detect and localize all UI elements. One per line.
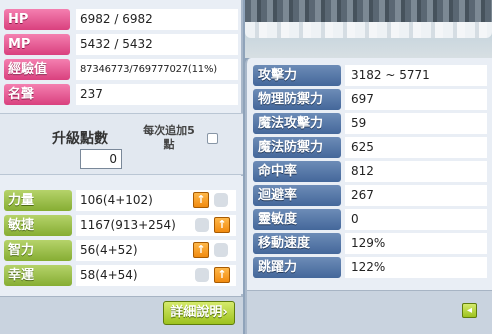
detail-value: 122% (345, 257, 487, 278)
detail-value: 812 (345, 161, 487, 182)
detail-row-magic-def: 魔法防禦力 625 (253, 137, 487, 159)
detail-value: 3182 ~ 5771 (345, 65, 487, 86)
attr-row-int: 智力 56(4+52) ↑ (4, 239, 240, 263)
collapse-detail-button[interactable]: ◂ (462, 303, 477, 318)
detail-label: 攻擊力 (253, 65, 341, 86)
detail-label: 命中率 (253, 161, 341, 182)
button-track (195, 268, 209, 282)
detail-row-jump: 跳躍力 122% (253, 257, 487, 279)
stat-row-fame: 名聲 237 (4, 82, 238, 106)
chevron-right-icon: › (222, 305, 228, 320)
attr-label: 敏捷 (4, 215, 72, 236)
button-track (214, 193, 228, 207)
attr-label: 力量 (4, 190, 72, 211)
stat-row-exp: 經驗值 87346773/769777027(11%) (4, 57, 238, 81)
stat-value: 237 (76, 84, 238, 105)
detail-label: 跳躍力 (253, 257, 341, 278)
stat-row-mp: MP 5432 / 5432 (4, 32, 238, 56)
ability-points-label: 升級點數 (52, 131, 108, 147)
detail-label: 魔法攻擊力 (253, 113, 341, 134)
stat-row-hp: HP 6982 / 6982 (4, 7, 238, 31)
detail-label: 迴避率 (253, 185, 341, 206)
int-up-button[interactable]: ↑ (193, 242, 209, 258)
attributes-section: 力量 106(4+102) ↑ 敏捷 1167(913+254) ↑ 智力 56… (0, 176, 243, 294)
str-up-button[interactable]: ↑ (193, 192, 209, 208)
detail-row-accuracy: 命中率 812 (253, 161, 487, 183)
background-scenery (245, 0, 492, 58)
detail-value: 697 (345, 89, 487, 110)
stat-value: 87346773/769777027(11%) (76, 59, 238, 80)
attr-value: 56(4+52) (76, 240, 236, 261)
attr-row-luk: 幸運 58(4+54) ↑ (4, 264, 240, 288)
attr-value: 58(4+54) (76, 265, 236, 286)
right-bottom-bar (247, 290, 492, 334)
button-track (195, 218, 209, 232)
stat-label: HP (4, 9, 70, 30)
detail-row-hands: 靈敏度 0 (253, 209, 487, 231)
detail-row-magic-atk: 魔法攻擊力 59 (253, 113, 487, 135)
button-track (214, 243, 228, 257)
detail-row-weapon-def: 物理防禦力 697 (253, 89, 487, 111)
attr-value: 106(4+102) (76, 190, 236, 211)
attr-value: 1167(913+254) (76, 215, 236, 236)
detail-label: 移動速度 (253, 233, 341, 254)
rock-ledge (245, 0, 492, 24)
detail-row-attack: 攻擊力 3182 ~ 5771 (253, 65, 487, 87)
detail-value: 267 (345, 185, 487, 206)
detail-stats-panel: 攻擊力 3182 ~ 5771 物理防禦力 697 魔法攻擊力 59 魔法防禦力… (245, 58, 492, 334)
attr-row-str: 力量 106(4+102) ↑ (4, 189, 240, 213)
arrow-up-icon: ↑ (196, 243, 206, 256)
detail-button-label: 詳細說明 (170, 305, 223, 320)
arrow-up-icon: ↑ (217, 218, 227, 231)
detail-label: 物理防禦力 (253, 89, 341, 110)
snow-ledge (245, 22, 492, 38)
stat-value: 6982 / 6982 (76, 9, 238, 30)
auto-assign-note: 每次追加5點 (143, 124, 195, 151)
attr-label: 智力 (4, 240, 72, 261)
arrow-left-icon: ◂ (466, 305, 473, 316)
detail-value: 625 (345, 137, 487, 158)
stat-label: 經驗值 (4, 59, 70, 80)
attr-row-dex: 敏捷 1167(913+254) ↑ (4, 214, 240, 238)
dex-up-button[interactable]: ↑ (214, 217, 230, 233)
detail-button[interactable]: 詳細說明› (163, 301, 235, 325)
ability-points-section: 升級點數 0 每次追加5點 (0, 113, 243, 175)
arrow-up-icon: ↑ (196, 193, 206, 206)
detail-row-speed: 移動速度 129% (253, 233, 487, 255)
stat-value: 5432 / 5432 (76, 34, 238, 55)
ability-points-value: 0 (80, 149, 122, 169)
detail-label: 靈敏度 (253, 209, 341, 230)
detail-label: 魔法防禦力 (253, 137, 341, 158)
character-stats-panel: HP 6982 / 6982 MP 5432 / 5432 經驗值 873467… (0, 0, 243, 334)
auto-assign-checkbox[interactable] (207, 133, 218, 144)
detail-value: 0 (345, 209, 487, 230)
arrow-up-icon: ↑ (217, 268, 227, 281)
detail-value: 59 (345, 113, 487, 134)
stat-label: 名聲 (4, 84, 70, 105)
detail-value: 129% (345, 233, 487, 254)
luk-up-button[interactable]: ↑ (214, 267, 230, 283)
stat-label: MP (4, 34, 70, 55)
attr-label: 幸運 (4, 265, 72, 286)
detail-row-avoid: 迴避率 267 (253, 185, 487, 207)
